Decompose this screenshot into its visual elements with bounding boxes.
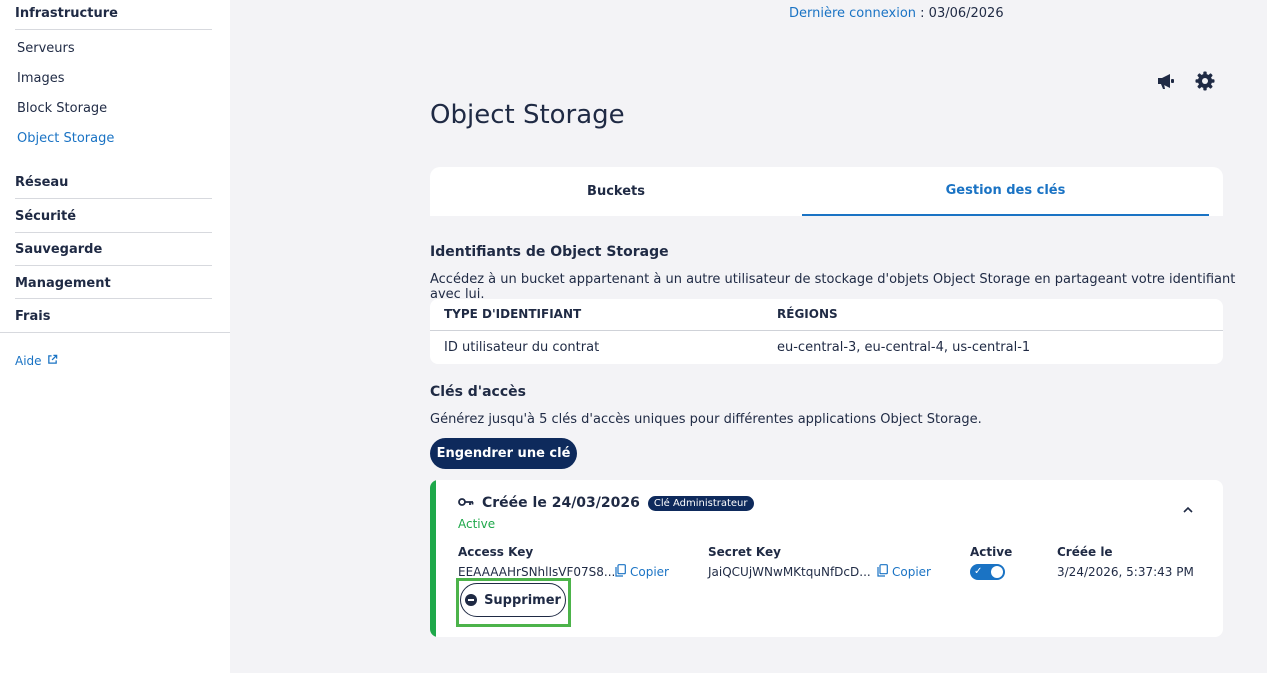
table-divider [430,330,1223,331]
tab-gestion-des-cles[interactable]: Gestion des clés [802,167,1209,216]
status-accent-bar [430,480,436,637]
access-key-value: EEAAAAHrSNhlIsVF07S8... [458,565,616,579]
help-link[interactable]: Aide [15,354,58,368]
sidebar-divider [15,265,212,266]
access-keys-description: Générez jusqu'à 5 clés d'accès uniques p… [430,412,982,427]
help-label: Aide [15,354,42,368]
sidebar-divider [15,29,212,30]
created-label: Créée le [1057,545,1113,559]
identifiers-table: TYPE D'IDENTIFIANT RÉGIONS ID utilisateu… [430,299,1223,364]
sidebar-divider [15,298,212,299]
copy-label: Copier [630,565,669,579]
sidebar-item-block-storage[interactable]: Block Storage [17,101,107,116]
sidebar-section-sauvegarde[interactable]: Sauvegarde [15,242,102,257]
last-login-value: 03/06/2026 [928,6,1004,21]
active-toggle[interactable]: ✓ [970,564,1005,580]
megaphone-icon[interactable] [1155,70,1177,92]
secret-key-label: Secret Key [708,545,781,559]
created-value: 3/24/2026, 5:37:43 PM [1057,565,1194,579]
toggle-knob [991,566,1003,578]
minus-circle-icon [465,594,478,606]
key-status: Active [458,517,496,531]
delete-label: Supprimer [484,592,561,608]
delete-button[interactable]: Supprimer [460,583,566,617]
active-label: Active [970,545,1013,559]
access-key-label: Access Key [458,545,534,559]
sidebar-item-object-storage[interactable]: Object Storage [17,131,114,146]
admin-key-badge: Clé Administrateur [647,495,754,511]
secret-key-value: JaiQCUjWNwMKtquNfDcD... [708,565,871,579]
gear-icon[interactable] [1194,70,1216,92]
tab-bar: Buckets Gestion des clés [430,167,1223,216]
column-header-regions: RÉGIONS [777,307,838,321]
access-keys-title: Clés d'accès [430,384,526,400]
external-link-icon [47,354,58,368]
key-icon [458,496,474,511]
sidebar-section-frais[interactable]: Frais [15,309,50,324]
copy-icon [877,564,888,580]
page-title: Object Storage [430,100,625,130]
column-header-type: TYPE D'IDENTIFIANT [444,307,582,321]
check-icon: ✓ [974,566,983,577]
sidebar-section-infrastructure[interactable]: Infrastructure [15,6,118,21]
copy-access-key-button[interactable]: Copier [615,564,669,580]
table-cell-type: ID utilisateur du contrat [444,340,600,355]
identifiers-title: Identifiants de Object Storage [430,244,669,260]
identifiers-description: Accédez à un bucket appartenant à un aut… [430,272,1236,302]
copy-secret-key-button[interactable]: Copier [877,564,931,580]
sidebar-section-management[interactable]: Management [15,276,111,291]
key-created-title: Créée le 24/03/2026 [482,495,640,511]
sidebar-divider [0,332,230,333]
sidebar-item-serveurs[interactable]: Serveurs [17,41,75,56]
last-login-label: Dernière connexion [789,6,917,21]
chevron-up-icon[interactable] [1180,502,1196,518]
generate-key-button[interactable]: Engendrer une clé [430,438,577,469]
sidebar-section-securite[interactable]: Sécurité [15,209,76,224]
sidebar-divider [15,232,212,233]
sidebar-section-reseau[interactable]: Réseau [15,175,68,190]
tab-buckets[interactable]: Buckets [430,167,802,216]
copy-label: Copier [892,565,931,579]
sidebar: Infrastructure Serveurs Images Block Sto… [0,0,230,673]
table-cell-regions: eu-central-3, eu-central-4, us-central-1 [777,340,1031,355]
last-login-separator: : [916,6,929,21]
key-card-header: Créée le 24/03/2026 Clé Administrateur [458,495,754,511]
last-login: Dernière connexion : 03/06/2026 [789,6,1004,21]
sidebar-item-images[interactable]: Images [17,71,65,86]
copy-icon [615,564,626,580]
sidebar-divider [15,198,212,199]
